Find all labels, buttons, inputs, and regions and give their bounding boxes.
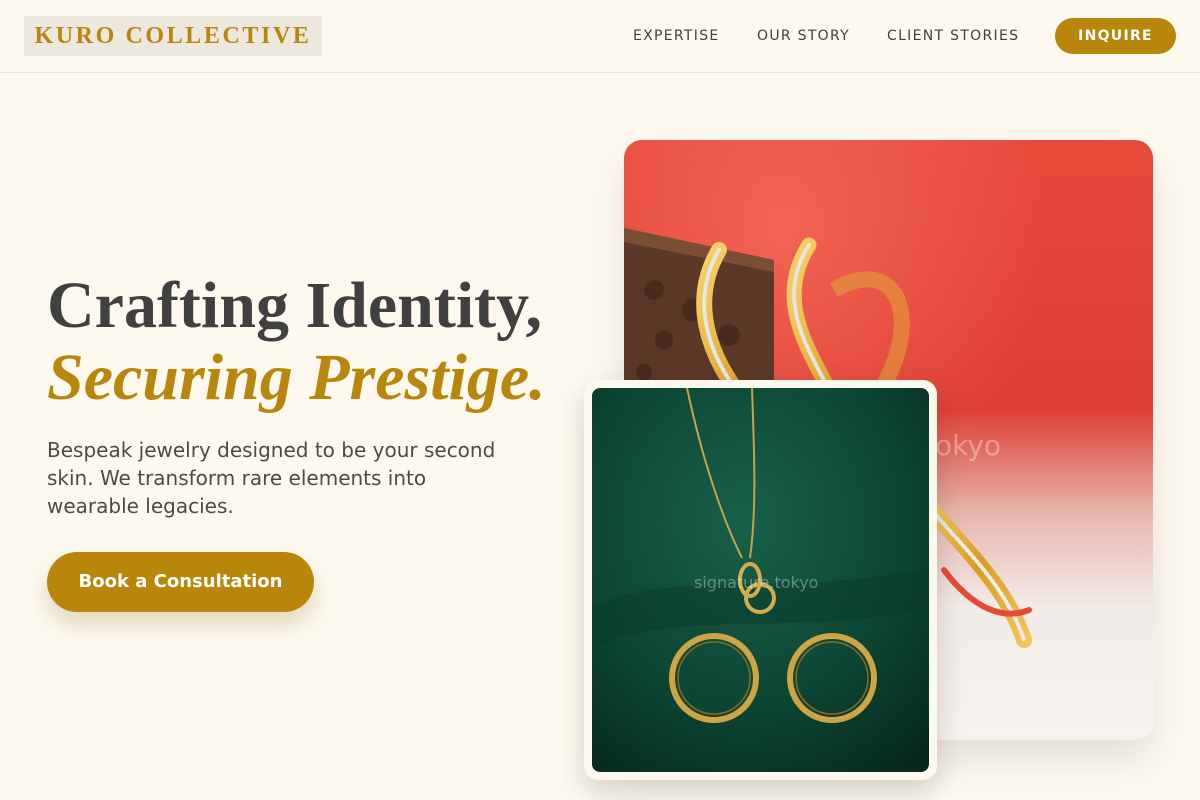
book-consultation-button[interactable]: Book a Consultation [47, 552, 314, 612]
jewelry-set-photo-frame: signature.tokyo [584, 380, 937, 780]
jewelry-set-photo: signature.tokyo [592, 388, 929, 772]
nav-link-our-story[interactable]: OUR STORY [757, 26, 850, 46]
nav-link-expertise[interactable]: EXPERTISE [633, 26, 720, 46]
site-header: KURO COLLECTIVE EXPERTISE OUR STORY CLIE… [0, 0, 1200, 73]
front-watermark: signature.tokyo [694, 573, 818, 592]
hero-headline-line2: Securing Prestige. [47, 341, 546, 414]
nav-link-client-stories[interactable]: CLIENT STORIES [887, 26, 1019, 46]
brand-logo[interactable]: KURO COLLECTIVE [24, 16, 322, 56]
hero-description: Bespeak jewelry designed to be your seco… [47, 438, 496, 518]
inquire-button[interactable]: INQUIRE [1055, 18, 1176, 54]
hero-headline-line1: Crafting Identity, [47, 269, 542, 342]
